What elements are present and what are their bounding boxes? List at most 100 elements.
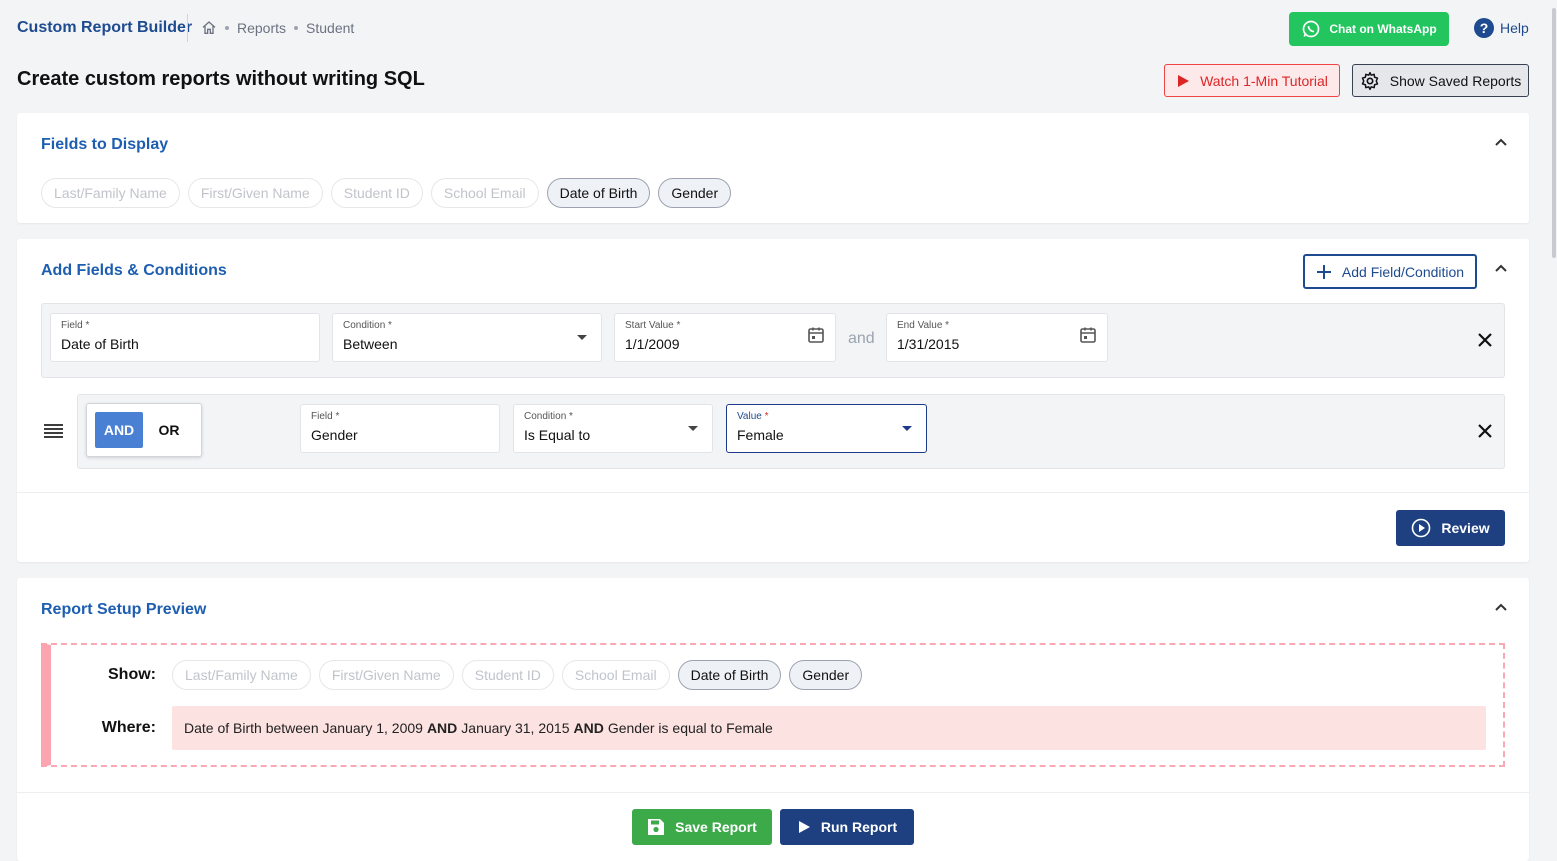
between-and-text: and: [848, 330, 875, 347]
run-report-button[interactable]: Run Report: [780, 809, 914, 845]
required-asterisk: *: [764, 411, 769, 422]
value-select[interactable]: Value * Female: [726, 404, 927, 453]
end-value: 1/31/2015: [897, 336, 960, 352]
field-chip-list: Last/Family Name First/Given Name Studen…: [41, 178, 732, 208]
scrollbar-thumb[interactable]: [1552, 8, 1556, 258]
chevron-up-icon[interactable]: [1493, 261, 1509, 277]
review-button[interactable]: Review: [1396, 510, 1505, 546]
preview-chip-school-email: School Email: [561, 660, 670, 690]
preview-chip-list: Last/Family Name First/Given Name Studen…: [172, 660, 863, 690]
breadcrumb: Reports Student: [201, 20, 354, 36]
drag-handle-icon[interactable]: [44, 424, 63, 438]
review-label: Review: [1441, 520, 1490, 536]
play-icon: [1176, 74, 1190, 88]
add-field-condition-button[interactable]: Add Field/Condition: [1303, 254, 1477, 289]
help-label: Help: [1500, 20, 1529, 36]
or-toggle-button[interactable]: OR: [151, 412, 187, 448]
preview-title: Report Setup Preview: [41, 601, 207, 618]
where-part-1: Date of Birth between January 1, 2009: [184, 720, 423, 736]
field-label: Field *: [311, 411, 340, 422]
condition-select[interactable]: Condition * Between: [332, 313, 602, 362]
start-value: 1/1/2009: [625, 336, 680, 352]
condition-value: Between: [343, 336, 398, 352]
field-chip-gender[interactable]: Gender: [658, 178, 732, 208]
condition-row-date-of-birth: Field * Date of Birth Condition * Betwee…: [41, 303, 1505, 378]
where-clause: Date of Birth between January 1, 2009 AN…: [172, 706, 1486, 750]
condition-label: Condition *: [524, 411, 573, 422]
end-value-label: End Value *: [897, 320, 950, 331]
field-label: Field *: [61, 320, 90, 331]
breadcrumb-student: Student: [306, 20, 355, 36]
value-label: Value *: [737, 411, 769, 422]
value-value: Female: [737, 427, 784, 443]
preview-chip-student-id: Student ID: [461, 660, 554, 690]
field-chip-date-of-birth[interactable]: Date of Birth: [546, 178, 651, 208]
tutorial-label: Watch 1-Min Tutorial: [1200, 72, 1328, 89]
and-or-toggle: AND OR: [86, 403, 202, 457]
breadcrumb-separator: [294, 26, 299, 30]
run-report-label: Run Report: [820, 819, 898, 835]
gear-icon: [1360, 71, 1380, 91]
calendar-icon[interactable]: [807, 326, 825, 344]
field-chip-first-name[interactable]: First/Given Name: [187, 178, 323, 208]
calendar-icon[interactable]: [1079, 326, 1097, 344]
home-icon[interactable]: [201, 20, 217, 36]
and-toggle-button[interactable]: AND: [95, 412, 143, 448]
start-value-label: Start Value *: [625, 320, 681, 331]
breadcrumb-separator: [225, 26, 229, 30]
fields-to-display-title: Fields to Display: [41, 136, 169, 153]
field-value: Date of Birth: [61, 336, 139, 352]
remove-condition-icon[interactable]: [1477, 423, 1493, 439]
plus-icon: [1316, 264, 1332, 280]
header-divider: [187, 14, 188, 42]
preview-chip-last-name: Last/Family Name: [172, 660, 311, 690]
conditions-title: Add Fields & Conditions: [41, 262, 227, 279]
preview-chip-date-of-birth: Date of Birth: [677, 660, 782, 690]
card-divider: [17, 492, 1529, 493]
page-title: Create custom reports without writing SQ…: [17, 68, 425, 90]
save-report-label: Save Report: [675, 819, 757, 835]
field-select[interactable]: Field * Gender: [300, 404, 500, 453]
condition-label: Condition *: [343, 320, 392, 331]
play-icon: [797, 820, 811, 834]
saved-reports-label: Show Saved Reports: [1389, 72, 1522, 89]
save-report-button[interactable]: Save Report: [632, 809, 772, 845]
watch-tutorial-button[interactable]: Watch 1-Min Tutorial: [1164, 64, 1340, 97]
preview-summary-box: Show: Last/Family Name First/Given Name …: [41, 643, 1505, 767]
where-operator-1: AND: [426, 720, 458, 736]
show-saved-reports-button[interactable]: Show Saved Reports: [1352, 64, 1529, 97]
where-part-3: Gender is equal to Female: [607, 720, 773, 736]
whatsapp-chat-button[interactable]: Chat on WhatsApp: [1289, 12, 1449, 46]
field-chip-last-name[interactable]: Last/Family Name: [41, 178, 180, 208]
field-value: Gender: [311, 427, 358, 443]
whatsapp-label: Chat on WhatsApp: [1329, 22, 1437, 36]
preview-chip-first-name: First/Given Name: [318, 660, 454, 690]
help-icon: ?: [1474, 18, 1494, 38]
dropdown-arrow-icon: [577, 335, 587, 340]
chevron-up-icon[interactable]: [1493, 600, 1509, 616]
floppy-disk-icon: [647, 818, 665, 836]
add-field-label: Add Field/Condition: [1341, 263, 1465, 280]
condition-select[interactable]: Condition * Is Equal to: [513, 404, 713, 453]
breadcrumb-reports[interactable]: Reports: [237, 20, 286, 36]
start-value-input[interactable]: Start Value * 1/1/2009: [614, 313, 836, 362]
help-link[interactable]: ? Help: [1474, 18, 1529, 38]
dropdown-arrow-icon: [902, 426, 912, 431]
field-select[interactable]: Field * Date of Birth: [50, 313, 320, 362]
play-circle-icon: [1411, 518, 1431, 538]
preview-chip-gender: Gender: [789, 660, 863, 690]
show-label: Show:: [108, 666, 156, 683]
fields-to-display-card: Fields to Display Last/Family Name First…: [17, 113, 1529, 223]
card-divider: [17, 792, 1529, 793]
dropdown-arrow-icon: [688, 426, 698, 431]
where-part-2: January 31, 2015: [461, 720, 570, 736]
condition-value: Is Equal to: [524, 427, 591, 443]
end-value-input[interactable]: End Value * 1/31/2015: [886, 313, 1108, 362]
chevron-up-icon[interactable]: [1493, 135, 1509, 151]
where-label: Where:: [101, 719, 156, 736]
field-chip-school-email[interactable]: School Email: [430, 178, 539, 208]
condition-row-gender: AND OR Field * Gender Condition * Is Equ…: [77, 394, 1505, 469]
field-chip-student-id[interactable]: Student ID: [330, 178, 423, 208]
remove-condition-icon[interactable]: [1477, 332, 1493, 348]
whatsapp-icon: [1301, 19, 1321, 39]
